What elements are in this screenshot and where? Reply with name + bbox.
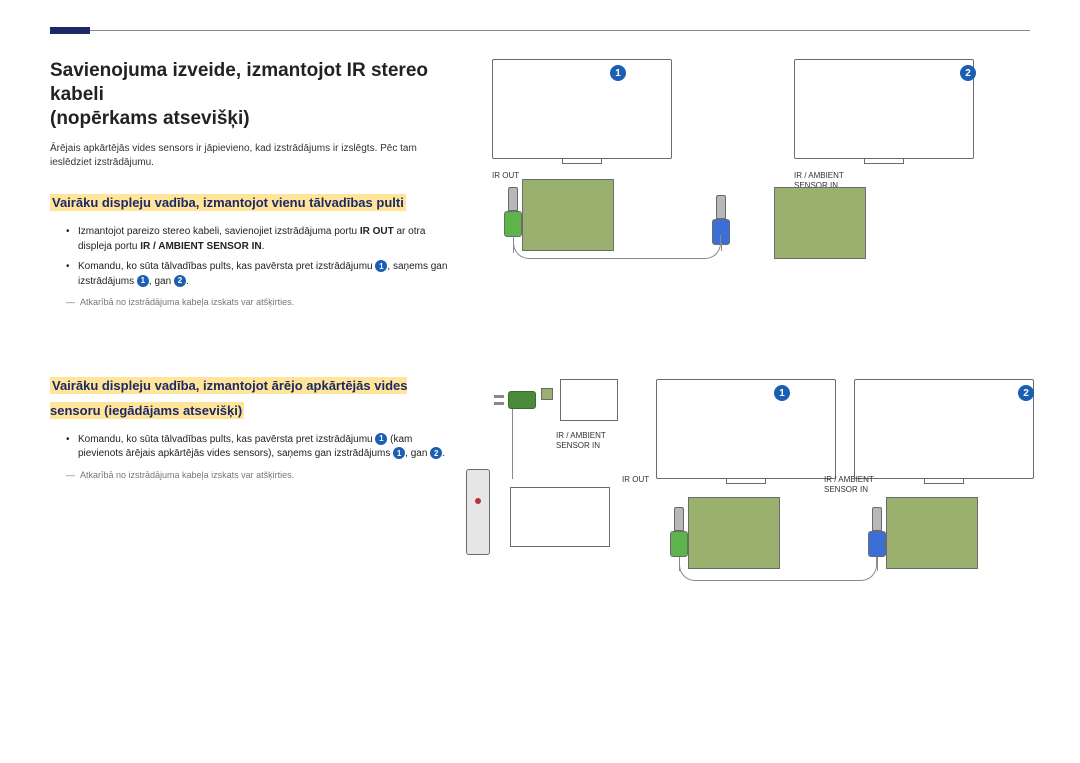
diagram-top: 1 2 IR OUT IR / AMBIENTSENSOR IN — [474, 59, 1030, 269]
section1-footnote: Atkarībā no izstrādājuma kabeļa izskats … — [66, 297, 450, 307]
port-icon — [774, 187, 866, 259]
badge-2-icon: 2 — [960, 65, 976, 81]
section1-heading: Vairāku displeju vadība, izmantojot vien… — [50, 190, 450, 215]
title-line1: Savienojuma izveide, izmantojot IR stere… — [50, 60, 428, 105]
right-column: 1 2 IR OUT IR / AMBIENTSENSOR IN IR / AM… — [474, 59, 1030, 629]
monitor-icon — [492, 59, 672, 159]
badge-icon: 1 — [375, 433, 387, 445]
badge-icon: 1 — [375, 260, 387, 272]
cable-icon — [679, 557, 877, 581]
remote-icon — [466, 469, 490, 555]
badge-icon: 1 — [137, 275, 149, 287]
cable-icon — [721, 243, 722, 251]
left-column: Savienojuma izveide, izmantojot IR stere… — [50, 59, 450, 629]
badge-icon: 1 — [393, 447, 405, 459]
diagram-bottom: IR / AMBIENTSENSOR IN 1 IR OUT 2 IR / AM… — [474, 379, 1030, 629]
monitor-icon — [656, 379, 836, 479]
badge-2-icon: 2 — [1018, 385, 1034, 401]
cable-icon — [513, 235, 721, 259]
page-title: Savienojuma izveide, izmantojot IR stere… — [50, 59, 450, 130]
ir-out-label: IR OUT — [492, 171, 519, 181]
ir-ambient-label: IR / AMBIENTSENSOR IN — [556, 431, 606, 450]
section2-footnote: Atkarībā no izstrādājuma kabeļa izskats … — [66, 470, 450, 480]
plug-icon — [494, 391, 536, 409]
badge-icon: 2 — [174, 275, 186, 287]
monitor-icon — [794, 59, 974, 159]
sensor-box-icon — [560, 379, 618, 421]
list-item: Komandu, ko sūta tālvadības pults, kas p… — [66, 433, 450, 462]
section2-list: Komandu, ko sūta tālvadības pults, kas p… — [66, 433, 450, 462]
jack-blue-icon — [868, 507, 886, 557]
header-rule — [50, 30, 1030, 31]
list-item: Izmantojot pareizo stereo kabeli, savien… — [66, 225, 450, 254]
list-item: Komandu, ko sūta tālvadības pults, kas p… — [66, 260, 450, 289]
intro-text: Ārējais apkārtējās vides sensors ir jāpi… — [50, 142, 450, 170]
jack-green-icon — [504, 187, 522, 237]
section2-heading: Vairāku displeju vadība, izmantojot ārēj… — [50, 373, 450, 423]
jack-green-icon — [670, 507, 688, 557]
projector-icon — [510, 487, 610, 547]
ir-ambient-label: IR / AMBIENTSENSOR IN — [824, 475, 874, 494]
badge-1-icon: 1 — [610, 65, 626, 81]
cable-icon — [512, 409, 513, 479]
port-icon — [886, 497, 978, 569]
ir-out-label: IR OUT — [622, 475, 649, 485]
title-line2: (nopērkams atsevišķi) — [50, 107, 450, 131]
section1-list: Izmantojot pareizo stereo kabeli, savien… — [66, 225, 450, 289]
badge-1-icon: 1 — [774, 385, 790, 401]
badge-icon: 2 — [430, 447, 442, 459]
monitor-icon — [854, 379, 1034, 479]
cable-icon — [877, 557, 878, 571]
